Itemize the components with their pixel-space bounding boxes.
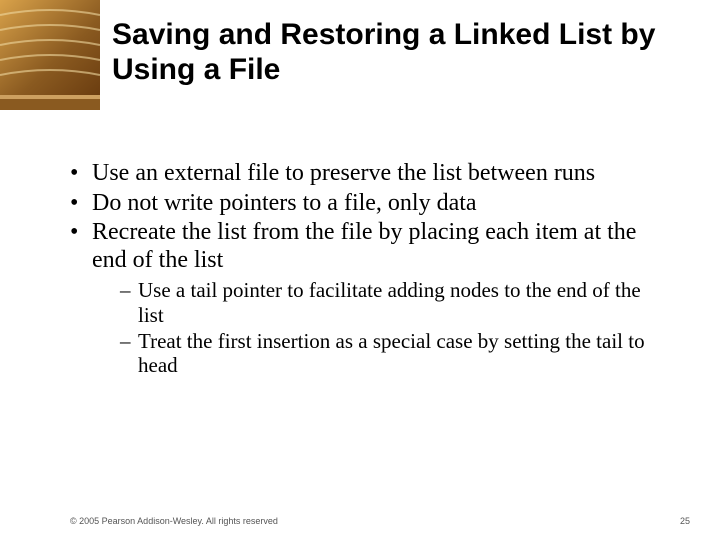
footer-copyright: © 2005 Pearson Addison-Wesley. All right… xyxy=(70,516,278,526)
slide-title-area: Saving and Restoring a Linked List by Us… xyxy=(112,18,702,87)
sub-bullet-item: Treat the first insertion as a special c… xyxy=(120,329,670,377)
sub-bullet-text: Treat the first insertion as a special c… xyxy=(138,329,645,377)
bullet-text: Do not write pointers to a file, only da… xyxy=(92,190,477,216)
bullet-text: Recreate the list from the file by placi… xyxy=(92,219,636,273)
footer-page-number: 25 xyxy=(680,516,690,526)
bullet-item: Recreate the list from the file by placi… xyxy=(70,219,670,377)
sub-bullet-item: Use a tail pointer to facilitate adding … xyxy=(120,278,670,326)
bullet-item: Do not write pointers to a file, only da… xyxy=(70,190,670,218)
slide-content: Use an external file to preserve the lis… xyxy=(70,160,670,379)
bullet-text: Use an external file to preserve the lis… xyxy=(92,160,595,186)
sub-bullet-text: Use a tail pointer to facilitate adding … xyxy=(138,278,641,326)
corner-decoration xyxy=(0,0,100,110)
bullet-item: Use an external file to preserve the lis… xyxy=(70,160,670,188)
slide-title: Saving and Restoring a Linked List by Us… xyxy=(112,18,702,87)
